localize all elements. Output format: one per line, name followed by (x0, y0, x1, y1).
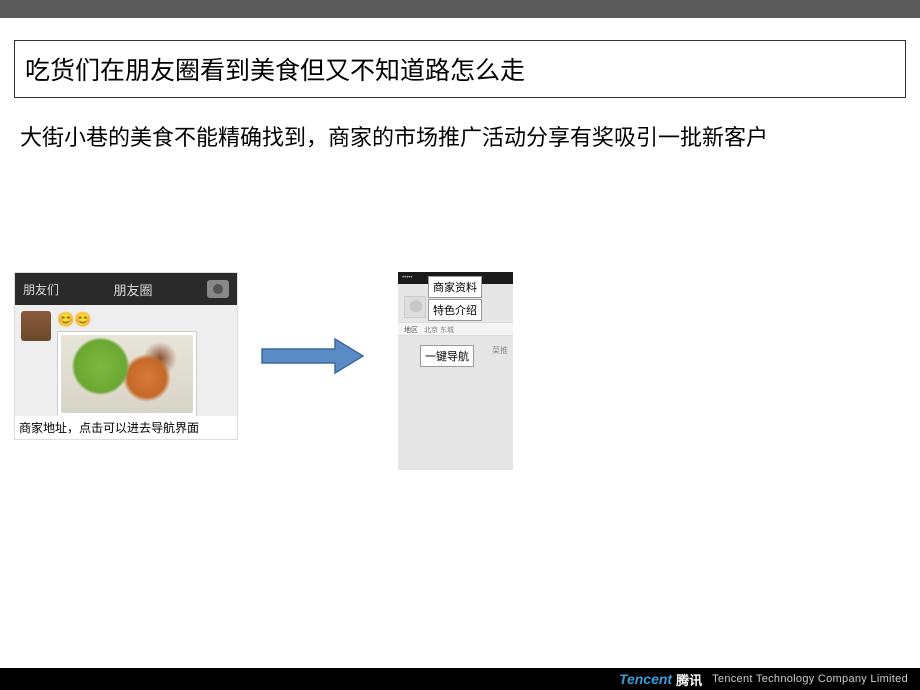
food-photo (57, 331, 197, 417)
food-plate (61, 335, 193, 413)
camera-icon (207, 280, 229, 298)
arrow-right-icon (260, 337, 365, 375)
top-bar (0, 0, 920, 18)
merchant-avatar-icon (404, 296, 426, 318)
recommend-label: 菜推 (492, 345, 508, 356)
merchant-address-caption: 商家地址，点击可以进去导航界面 (15, 416, 237, 439)
moments-header: 朋友们 朋友圈 (15, 273, 237, 305)
slide-title: 吃货们在朋友圈看到美食但又不知道路怎么走 (25, 57, 525, 85)
tencent-logo-cn: 腾讯 (676, 670, 702, 689)
region-label: 地区 (404, 327, 418, 334)
moments-title: 朋友圈 (59, 280, 207, 299)
one-click-nav-label: 一键导航 (420, 345, 474, 367)
tencent-logo-en: Tencent (619, 671, 672, 687)
merchant-info-label: 商家资料 (428, 276, 482, 298)
footer-company: Tencent Technology Company Limited (712, 673, 908, 685)
slide-subtitle: 大街小巷的美食不能精确找到，商家的市场推广活动分享有奖吸引一批新客户 (20, 120, 920, 152)
emoji-text: 😊😊 (57, 311, 92, 328)
avatar-icon (21, 311, 51, 341)
feature-intro-label: 特色介绍 (428, 299, 482, 321)
slide-title-box: 吃货们在朋友圈看到美食但又不知道路怎么走 (14, 40, 906, 98)
region-value: 北京 东城 (424, 327, 454, 334)
moments-body: 😊😊 (15, 305, 237, 423)
friends-label: 朋友们 (23, 281, 59, 298)
region-row: 地区 北京 东城 (398, 322, 513, 336)
footer: Tencent 腾讯 Tencent Technology Company Li… (0, 668, 920, 690)
wechat-moments-mock: 朋友们 朋友圈 😊😊 商家地址，点击可以进去导航界面 (14, 272, 238, 440)
